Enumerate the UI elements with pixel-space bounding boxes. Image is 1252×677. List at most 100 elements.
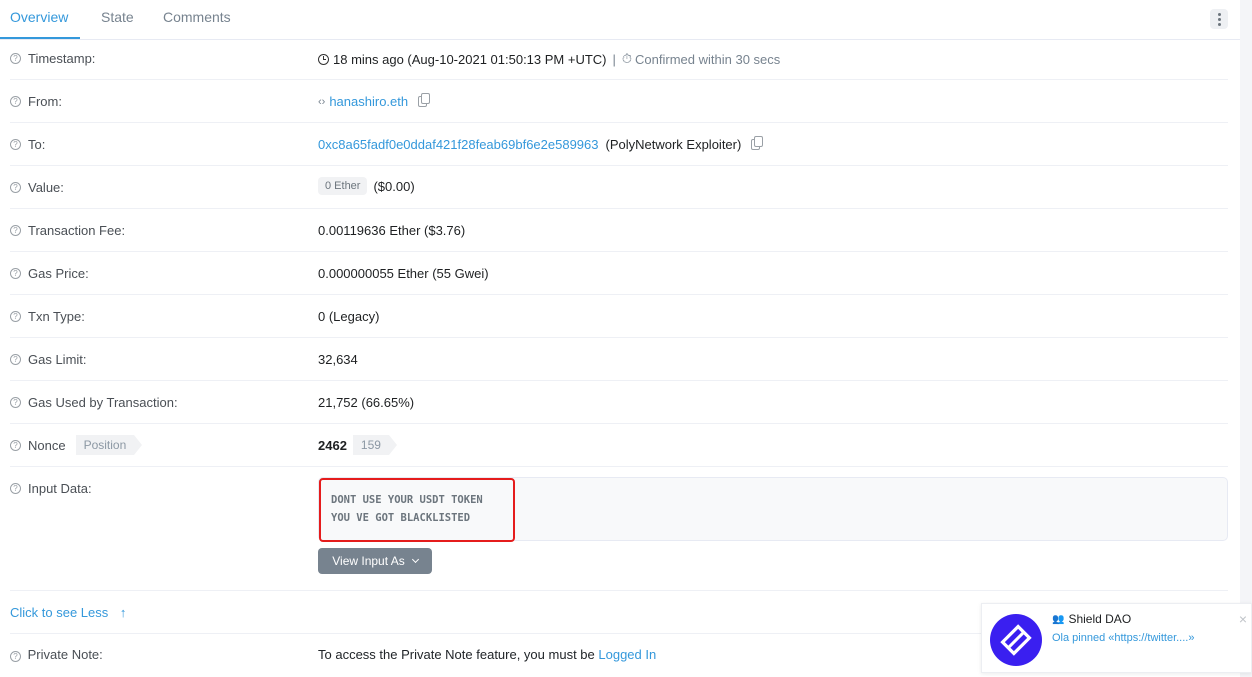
- row-timestamp: ? Timestamp: 18 mins ago (Aug-10-2021 01…: [10, 40, 1228, 80]
- tab-overview[interactable]: Overview: [10, 9, 68, 25]
- fee-label: Transaction Fee:: [28, 223, 126, 238]
- timestamp-value: 18 mins ago (Aug-10-2021 01:50:13 PM +UT…: [333, 51, 607, 67]
- value-label-group: ? Value:: [10, 180, 64, 195]
- private-note-value-group: To access the Private Note feature, you …: [318, 647, 656, 662]
- page-scroll-gutter: [1240, 0, 1252, 677]
- help-icon[interactable]: ?: [10, 182, 21, 193]
- row-to: ? To: 0xc8a65fadf0e0ddaf421f28feab69bf6e…: [10, 123, 1228, 166]
- gas-limit-label-group: ? Gas Limit:: [10, 352, 87, 367]
- private-note-label: Private Note:: [27, 647, 103, 662]
- gas-used-value: 21,752 (66.65%): [318, 395, 415, 410]
- private-note-label-group: ? Private Note:: [10, 647, 103, 662]
- position-value-tag: 159: [352, 435, 397, 455]
- toast-title-group: 👥 Shield DAO: [1052, 612, 1131, 626]
- tab-bar: Overview State Comments: [0, 0, 1240, 40]
- timestamp-label: Timestamp:: [28, 51, 96, 66]
- gas-limit-value: 32,634: [318, 352, 358, 367]
- shield-dao-logo: [990, 614, 1042, 666]
- gas-used-label-group: ? Gas Used by Transaction:: [10, 395, 178, 410]
- timestamp-label-group: ? Timestamp:: [10, 51, 95, 66]
- txn-type-label: Txn Type:: [28, 309, 85, 324]
- copy-icon[interactable]: [418, 93, 431, 107]
- gas-used-label: Gas Used by Transaction:: [28, 395, 178, 410]
- private-note-text: To access the Private Note feature, you …: [318, 647, 599, 662]
- active-tab-indicator: [0, 37, 80, 39]
- notification-toast[interactable]: 👥 Shield DAO Ola pinned «https://twitter…: [981, 603, 1252, 673]
- to-value-group: 0xc8a65fadf0e0ddaf421f28feab69bf6e2e5899…: [318, 136, 764, 152]
- confirmation-time: Confirmed within 30 secs: [635, 51, 781, 67]
- nonce-value: 2462: [318, 437, 347, 453]
- row-nonce: ? Nonce Position 2462 159: [10, 424, 1228, 467]
- to-label: To:: [28, 137, 46, 152]
- separator: |: [612, 51, 616, 67]
- tab-comments[interactable]: Comments: [163, 9, 231, 25]
- help-icon[interactable]: ?: [10, 439, 21, 451]
- row-transaction-fee: ? Transaction Fee: 0.00119636 Ether ($3.…: [10, 209, 1228, 252]
- from-address-link[interactable]: hanashiro.eth: [329, 94, 408, 109]
- row-input-data: ? Input Data: DONT USE YOUR USDT TOKEN Y…: [10, 467, 1228, 591]
- row-gas-price: ? Gas Price: 0.000000055 Ether (55 Gwei): [10, 252, 1228, 295]
- help-icon[interactable]: ?: [10, 268, 21, 279]
- to-address-link[interactable]: 0xc8a65fadf0e0ddaf421f28feab69bf6e2e5899…: [318, 137, 599, 152]
- close-icon[interactable]: ×: [1239, 611, 1247, 627]
- group-icon: 👥: [1052, 613, 1065, 625]
- value-value-group: 0 Ether ($0.00): [318, 177, 415, 195]
- ether-amount-badge: 0 Ether: [318, 177, 368, 195]
- gas-limit-label: Gas Limit:: [28, 352, 87, 367]
- help-icon[interactable]: ?: [10, 225, 21, 236]
- row-gas-used: ? Gas Used by Transaction: 21,752 (66.65…: [10, 381, 1228, 424]
- see-less-label: Click to see Less: [10, 605, 109, 620]
- from-label: From:: [28, 94, 62, 109]
- tab-state[interactable]: State: [101, 9, 134, 25]
- chevron-down-icon: [411, 555, 419, 564]
- see-less-link[interactable]: Click to see Less ↑: [10, 605, 126, 620]
- gas-price-label: Gas Price:: [28, 266, 89, 281]
- stopwatch-icon: ⏱: [621, 51, 633, 66]
- from-label-group: ? From:: [10, 94, 62, 109]
- arrow-up-icon: ↑: [119, 605, 127, 620]
- clock-icon: [318, 53, 329, 65]
- more-options-button[interactable]: [1210, 9, 1228, 29]
- to-name-tag: (PolyNetwork Exploiter): [605, 137, 742, 152]
- row-from: ? From: ‹› hanashiro.eth: [10, 80, 1228, 123]
- input-data-text: DONT USE YOUR USDT TOKEN YOU VE GOT BLAC…: [331, 494, 483, 524]
- txn-type-label-group: ? Txn Type:: [10, 309, 85, 324]
- nonce-value-group: 2462 159: [318, 435, 397, 455]
- help-icon[interactable]: ?: [10, 311, 21, 322]
- nonce-label-group: ? Nonce Position: [10, 435, 142, 455]
- copy-icon[interactable]: [751, 136, 764, 150]
- help-icon[interactable]: ?: [10, 354, 21, 365]
- logged-in-link[interactable]: Logged In: [598, 647, 656, 662]
- position-tag: Position: [75, 435, 142, 455]
- value-label: Value:: [28, 180, 64, 195]
- toast-message[interactable]: Ola pinned «https://twitter....»: [1052, 632, 1194, 644]
- help-icon[interactable]: ?: [10, 139, 21, 150]
- help-icon[interactable]: ?: [10, 397, 21, 408]
- input-data-textarea[interactable]: DONT USE YOUR USDT TOKEN YOU VE GOT BLAC…: [318, 477, 1228, 542]
- shield-dao-logo-icon: [1000, 624, 1032, 656]
- txn-type-value: 0 (Legacy): [318, 309, 380, 324]
- row-txn-type: ? Txn Type: 0 (Legacy): [10, 295, 1228, 338]
- toast-title: Shield DAO: [1068, 612, 1132, 626]
- transaction-details-card: Overview State Comments ? Timestamp: 18 …: [0, 0, 1240, 677]
- fee-value: 0.00119636 Ether ($3.76): [318, 223, 466, 238]
- view-input-as-button[interactable]: View Input As: [318, 548, 432, 574]
- to-label-group: ? To:: [10, 137, 45, 152]
- view-input-as-label: View Input As: [332, 554, 405, 568]
- contract-code-icon: ‹›: [318, 95, 326, 108]
- fee-label-group: ? Transaction Fee:: [10, 223, 125, 238]
- gas-price-label-group: ? Gas Price:: [10, 266, 89, 281]
- help-icon[interactable]: ?: [10, 483, 21, 494]
- help-icon[interactable]: ?: [10, 96, 21, 107]
- row-gas-limit: ? Gas Limit: 32,634: [10, 338, 1228, 381]
- input-data-label: Input Data:: [28, 481, 92, 496]
- help-icon[interactable]: ?: [10, 651, 21, 662]
- help-icon[interactable]: ?: [10, 53, 21, 64]
- timestamp-value-group: 18 mins ago (Aug-10-2021 01:50:13 PM +UT…: [318, 51, 780, 67]
- nonce-label: Nonce: [28, 437, 66, 453]
- from-value-group: ‹› hanashiro.eth: [318, 93, 431, 109]
- value-usd: ($0.00): [373, 178, 415, 194]
- gas-price-value: 0.000000055 Ether (55 Gwei): [318, 266, 489, 281]
- dot: [1217, 17, 1221, 21]
- row-value: ? Value: 0 Ether ($0.00): [10, 166, 1228, 209]
